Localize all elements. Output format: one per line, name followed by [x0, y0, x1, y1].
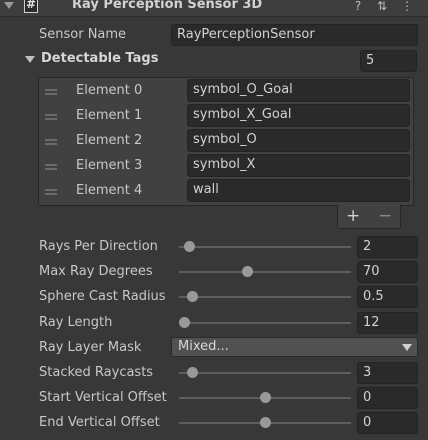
list-item-field[interactable]: wall	[187, 179, 410, 202]
end-vertical-offset-label: End Vertical Offset	[39, 415, 160, 430]
drag-handle-icon[interactable]	[45, 189, 57, 195]
list-item-label: Element 0	[76, 83, 143, 98]
stacked-raycasts-slider-thumb[interactable]	[187, 367, 199, 378]
script-icon	[24, 0, 38, 13]
ray-layer-mask-value: Mixed...	[178, 339, 229, 354]
slider-track[interactable]	[179, 246, 351, 248]
end-vertical-offset-field[interactable]: 0	[357, 412, 418, 434]
stacked-raycasts-label: Stacked Raycasts	[39, 365, 154, 380]
rays-per-direction-field[interactable]: 2	[357, 236, 418, 258]
detectable-tags-size-field[interactable]: 5	[360, 50, 417, 72]
ray-length-field[interactable]: 12	[357, 312, 418, 334]
sensor-name-label: Sensor Name	[39, 27, 127, 42]
slider-track[interactable]	[179, 322, 351, 324]
ray-length-slider-thumb[interactable]	[179, 317, 190, 328]
drag-handle-icon[interactable]	[45, 89, 57, 95]
component-title: Ray Perception Sensor 3D	[72, 0, 263, 12]
foldout-arrow-icon[interactable]	[4, 2, 14, 9]
ray-layer-mask-dropdown[interactable]: Mixed...	[171, 337, 418, 357]
list-item-label: Element 3	[76, 158, 143, 173]
sensor-name-field[interactable]: RayPerceptionSensor	[171, 24, 418, 46]
drag-handle-icon[interactable]	[45, 139, 57, 145]
list-item-field[interactable]: symbol_X	[187, 154, 410, 177]
drag-handle-icon[interactable]	[45, 114, 57, 120]
list-item-label: Element 4	[76, 183, 143, 198]
max-ray-degrees-slider-thumb[interactable]	[241, 266, 253, 277]
preset-icon[interactable]: ⇅	[375, 0, 389, 13]
component-header[interactable]: Ray Perception Sensor 3D ? ⇅ ⋮	[0, 0, 428, 17]
list-item-label: Element 2	[76, 133, 143, 148]
list-item-field[interactable]: symbol_O	[187, 129, 410, 152]
remove-element-button[interactable]: −	[378, 207, 392, 225]
slider-track[interactable]	[179, 296, 351, 298]
slider-track[interactable]	[179, 271, 351, 273]
start-vertical-offset-slider-thumb[interactable]	[259, 392, 271, 403]
slider-track[interactable]	[179, 372, 351, 374]
help-icon[interactable]: ?	[351, 0, 365, 13]
add-element-button[interactable]: +	[346, 207, 360, 225]
sphere-cast-radius-label: Sphere Cast Radius	[39, 289, 166, 304]
sphere-cast-radius-field[interactable]: 0.5	[357, 286, 418, 308]
max-ray-degrees-field[interactable]: 70	[357, 261, 418, 283]
ray-length-label: Ray Length	[39, 315, 113, 330]
kebab-menu-icon[interactable]: ⋮	[400, 0, 414, 13]
chevron-down-icon	[402, 344, 412, 351]
ray-layer-mask-label: Ray Layer Mask	[39, 340, 142, 355]
start-vertical-offset-label: Start Vertical Offset	[39, 390, 167, 405]
stacked-raycasts-field[interactable]: 3	[357, 362, 418, 384]
list-item-field[interactable]: symbol_X_Goal	[187, 104, 410, 127]
rays-per-direction-slider-thumb[interactable]	[183, 241, 195, 252]
end-vertical-offset-slider-thumb[interactable]	[259, 417, 271, 428]
sphere-cast-radius-slider-thumb[interactable]	[187, 291, 199, 302]
start-vertical-offset-field[interactable]: 0	[357, 387, 418, 409]
detectable-tags-label[interactable]: Detectable Tags	[41, 50, 158, 68]
detectable-tags-foldout-icon[interactable]	[25, 56, 35, 63]
list-item-label: Element 1	[76, 108, 143, 123]
rays-per-direction-label: Rays Per Direction	[39, 239, 158, 254]
list-item-field[interactable]: symbol_O_Goal	[187, 79, 410, 102]
drag-handle-icon[interactable]	[45, 164, 57, 170]
max-ray-degrees-label: Max Ray Degrees	[39, 264, 153, 279]
